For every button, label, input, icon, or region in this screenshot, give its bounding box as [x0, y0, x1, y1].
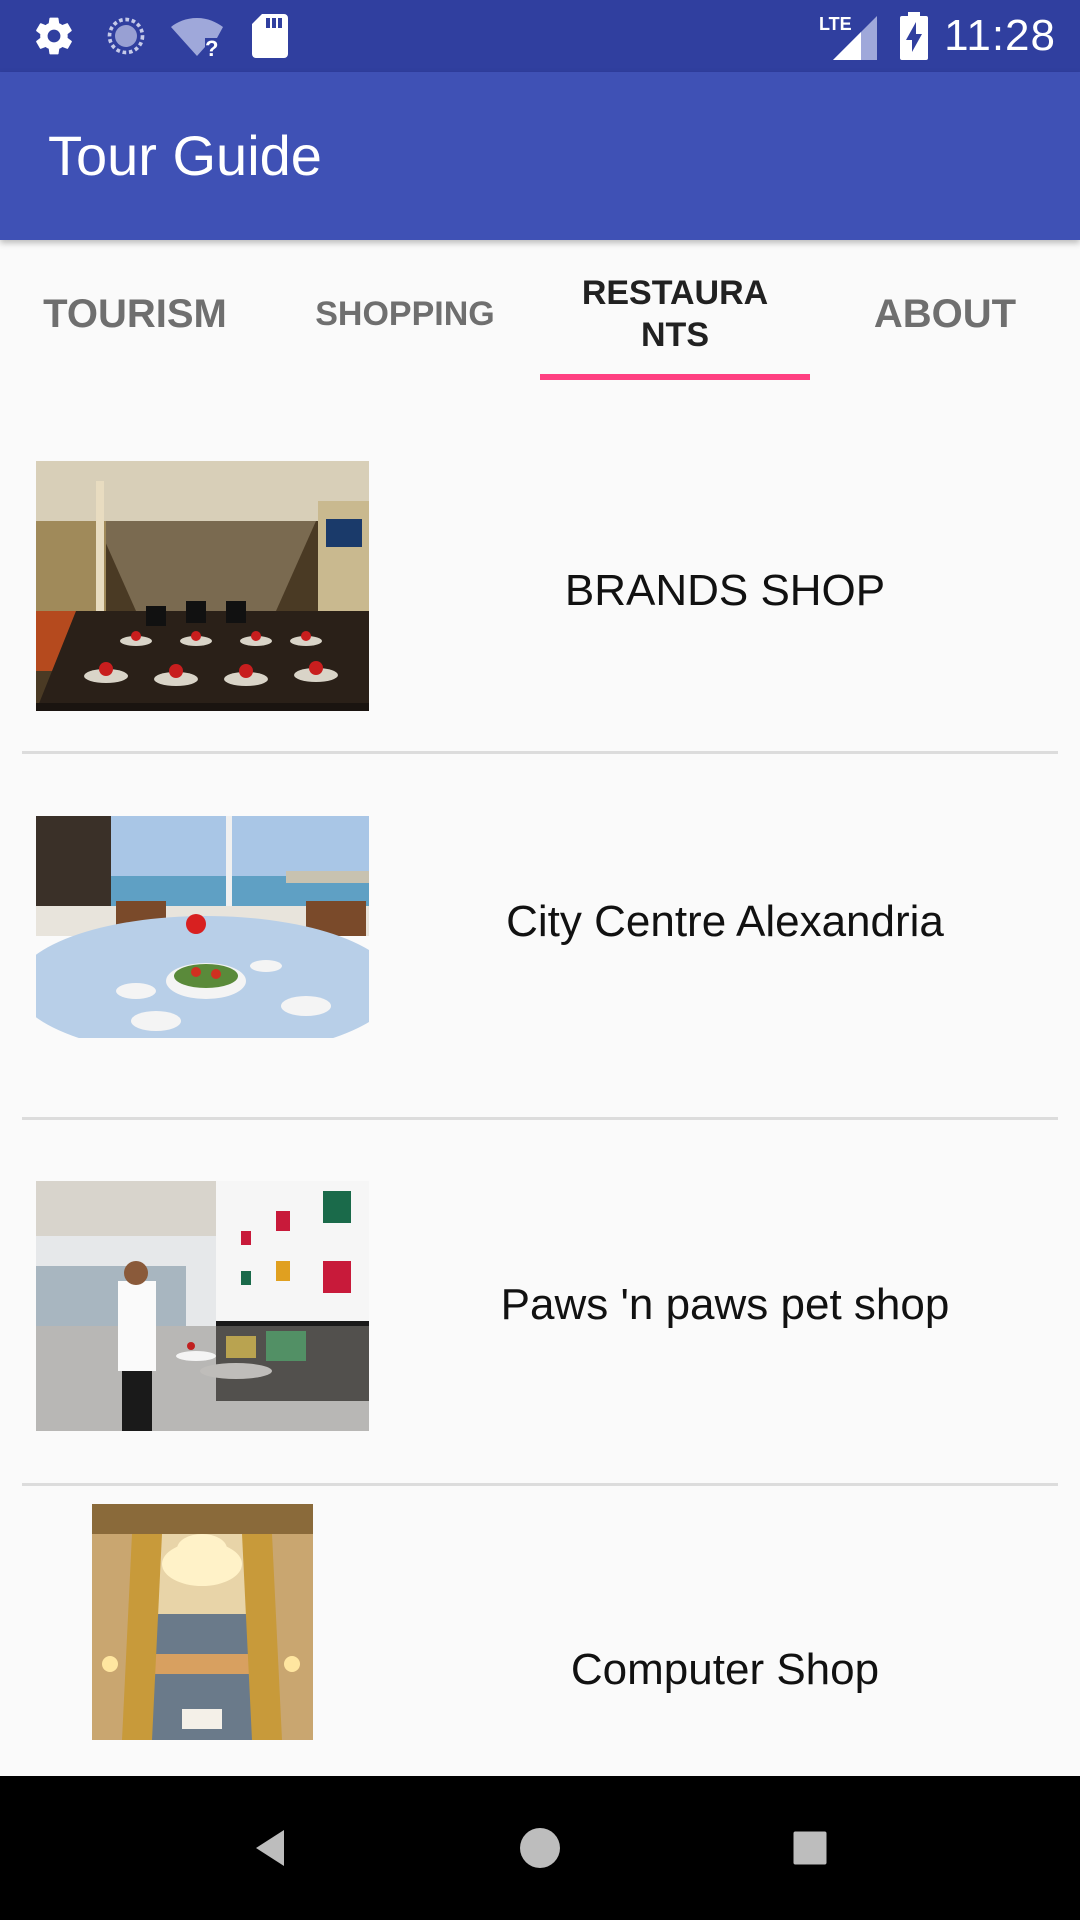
list-item[interactable]: City Centre Alexandria — [0, 754, 1080, 1120]
list-item[interactable]: BRANDS SHOP — [0, 388, 1080, 754]
tab-about[interactable]: ABOUT — [810, 240, 1080, 388]
svg-text:LTE: LTE — [819, 14, 852, 34]
tab-tourism[interactable]: TOURISM — [0, 240, 270, 388]
lte-signal-icon: LTE — [818, 12, 878, 60]
list-item-title: BRANDS SHOP — [564, 566, 886, 615]
sd-card-icon — [250, 12, 290, 60]
recents-icon[interactable] — [778, 1816, 842, 1880]
sync-icon — [102, 12, 150, 60]
cafe-interior-photo — [36, 1181, 369, 1431]
status-bar: ? LTE 11:28 — [0, 0, 1080, 72]
back-icon[interactable] — [238, 1816, 302, 1880]
navigation-bar — [0, 1776, 1080, 1920]
chandelier-hall-photo — [92, 1504, 313, 1740]
tab-label: TOURISM — [43, 291, 227, 336]
wifi-unknown-icon: ? — [170, 12, 224, 60]
app-bar: Tour Guide — [0, 72, 1080, 240]
app-title: Tour Guide — [48, 124, 322, 187]
tab-shopping[interactable]: SHOPPING — [270, 240, 540, 388]
list-item[interactable]: Paws 'n paws pet shop — [0, 1120, 1080, 1486]
restaurant-list: BRANDS SHOP City Centre Alexandria Paws … — [0, 388, 1080, 1852]
tab-restaurants[interactable]: RESTAURANTS — [540, 240, 810, 388]
svg-text:?: ? — [205, 36, 218, 58]
battery-charging-icon — [898, 12, 930, 60]
tab-label: SHOPPING — [315, 294, 495, 333]
tab-bar: TOURISM SHOPPING RESTAURANTS ABOUT — [0, 240, 1080, 388]
tab-label: ABOUT — [873, 291, 1017, 336]
seaside-table-photo — [36, 816, 369, 1038]
status-time: 11:28 — [944, 11, 1056, 60]
gear-icon — [30, 12, 78, 60]
tab-label: RESTAURANTS — [581, 274, 769, 354]
restaurant-dining-hall-photo — [36, 461, 369, 711]
list-item-title: Computer Shop — [570, 1645, 880, 1694]
home-icon[interactable] — [508, 1816, 572, 1880]
tab-selected-indicator — [540, 374, 810, 380]
list-item-title: Paws 'n paws pet shop — [500, 1280, 950, 1329]
list-item-title: City Centre Alexandria — [506, 897, 944, 946]
